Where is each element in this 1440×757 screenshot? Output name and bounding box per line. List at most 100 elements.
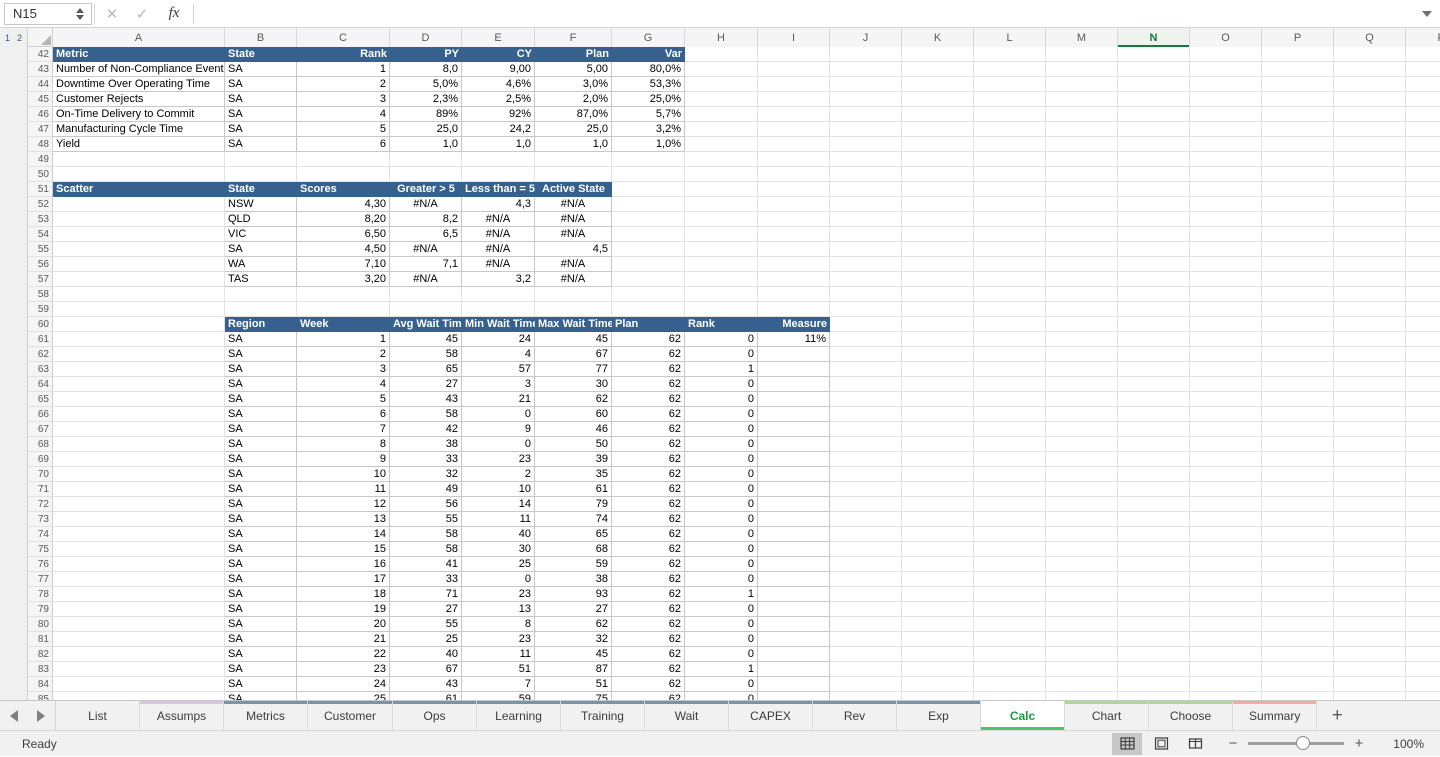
scatter-cell[interactable]: #N/A [535, 257, 612, 272]
wait-cell[interactable]: SA [225, 392, 297, 407]
wait-cell[interactable]: 3 [297, 362, 390, 377]
column-header-o[interactable]: O [1190, 28, 1262, 47]
metrics-header-cell[interactable]: PY [390, 47, 462, 62]
wait-cell[interactable]: 43 [390, 392, 462, 407]
row-header-57[interactable]: 57 [28, 272, 52, 287]
sheet-tab-choose[interactable]: Choose [1149, 701, 1234, 730]
wait-cell[interactable]: SA [225, 497, 297, 512]
sheet-tab-training[interactable]: Training [561, 701, 646, 730]
metrics-cell[interactable]: 6 [297, 137, 390, 152]
sheet-tab-calc[interactable]: Calc [981, 701, 1066, 730]
scatter-cell[interactable]: 4,50 [297, 242, 390, 257]
fx-icon[interactable]: fx [157, 1, 191, 27]
metrics-cell[interactable]: SA [225, 77, 297, 92]
wait-cell[interactable] [758, 617, 830, 632]
wait-cell[interactable]: 39 [535, 452, 612, 467]
wait-cell[interactable]: 27 [390, 377, 462, 392]
metrics-cell[interactable]: SA [225, 62, 297, 77]
row-header-61[interactable]: 61 [28, 332, 52, 347]
wait-cell[interactable] [758, 632, 830, 647]
scatter-cell[interactable]: 7,1 [390, 257, 462, 272]
wait-cell[interactable]: 42 [390, 422, 462, 437]
row-header-44[interactable]: 44 [28, 77, 52, 92]
column-header-p[interactable]: P [1262, 28, 1334, 47]
metrics-cell[interactable]: 24,2 [462, 122, 535, 137]
wait-cell[interactable]: 45 [535, 647, 612, 662]
row-header-72[interactable]: 72 [28, 497, 52, 512]
wait-cell[interactable]: 41 [390, 557, 462, 572]
wait-cell[interactable]: 1 [685, 587, 758, 602]
wait-cell[interactable]: 62 [612, 392, 685, 407]
wait-cell[interactable]: 62 [535, 617, 612, 632]
wait-cell[interactable]: 0 [685, 392, 758, 407]
wait-cell[interactable]: 0 [685, 347, 758, 362]
column-header-d[interactable]: D [390, 28, 462, 47]
wait-cell[interactable]: 0 [685, 332, 758, 347]
cell-area[interactable]: Metric State Rank PY CY Plan Var Number of Non-… [53, 47, 1440, 700]
wait-cell[interactable]: SA [225, 347, 297, 362]
scatter-cell[interactable]: 4,3 [462, 197, 535, 212]
wait-cell[interactable]: 23 [297, 662, 390, 677]
row-header-58[interactable]: 58 [28, 287, 52, 302]
scatter-header-cell[interactable]: Scores [297, 182, 390, 197]
column-header-m[interactable]: M [1046, 28, 1118, 47]
wait-header-cell[interactable]: Measure [758, 317, 830, 332]
wait-header-cell[interactable]: Week [297, 317, 390, 332]
row-header-52[interactable]: 52 [28, 197, 52, 212]
wait-cell[interactable]: 12 [297, 497, 390, 512]
arrow-left-icon[interactable] [9, 709, 18, 722]
wait-cell[interactable]: 10 [462, 482, 535, 497]
wait-cell[interactable]: 59 [462, 692, 535, 700]
sheet-tab-learning[interactable]: Learning [477, 701, 562, 730]
wait-cell[interactable] [758, 482, 830, 497]
wait-cell[interactable]: 71 [390, 587, 462, 602]
wait-cell[interactable] [758, 587, 830, 602]
wait-cell[interactable]: 14 [297, 527, 390, 542]
metrics-cell[interactable]: 2 [297, 77, 390, 92]
metrics-cell[interactable]: 89% [390, 107, 462, 122]
chevron-down-icon[interactable] [1414, 1, 1440, 27]
wait-cell[interactable]: SA [225, 557, 297, 572]
wait-cell[interactable]: 43 [390, 677, 462, 692]
wait-cell[interactable]: 13 [297, 512, 390, 527]
row-header-77[interactable]: 77 [28, 572, 52, 587]
wait-cell[interactable]: 62 [612, 527, 685, 542]
row-header-79[interactable]: 79 [28, 602, 52, 617]
select-all-button[interactable] [28, 28, 53, 47]
wait-cell[interactable]: 0 [685, 437, 758, 452]
wait-cell[interactable]: 30 [462, 542, 535, 557]
metrics-cell[interactable]: SA [225, 92, 297, 107]
column-header-b[interactable]: B [225, 28, 297, 47]
scatter-cell[interactable]: 7,10 [297, 257, 390, 272]
wait-cell[interactable]: 55 [390, 512, 462, 527]
row-header-75[interactable]: 75 [28, 542, 52, 557]
scatter-cell[interactable]: 8,20 [297, 212, 390, 227]
wait-cell[interactable]: SA [225, 377, 297, 392]
wait-cell[interactable]: 32 [390, 467, 462, 482]
row-header-65[interactable]: 65 [28, 392, 52, 407]
cancel-x-icon[interactable]: ✕ [97, 1, 127, 27]
column-header-j[interactable]: J [830, 28, 902, 47]
wait-cell[interactable]: 62 [612, 692, 685, 700]
wait-cell[interactable]: 3 [462, 377, 535, 392]
row-header-59[interactable]: 59 [28, 302, 52, 317]
wait-cell[interactable]: 21 [297, 632, 390, 647]
scatter-title-cell[interactable]: Scatter [53, 182, 225, 197]
wait-cell[interactable]: 55 [390, 617, 462, 632]
row-header-63[interactable]: 63 [28, 362, 52, 377]
wait-cell[interactable]: 0 [685, 542, 758, 557]
wait-cell[interactable]: 0 [685, 407, 758, 422]
wait-cell[interactable]: 22 [297, 647, 390, 662]
metrics-cell[interactable]: 3,2% [612, 122, 685, 137]
column-header-i[interactable]: I [758, 28, 830, 47]
scatter-cell[interactable]: #N/A [535, 227, 612, 242]
sheet-tab-exp[interactable]: Exp [897, 701, 982, 730]
wait-cell[interactable]: 62 [612, 482, 685, 497]
zoom-track[interactable] [1248, 736, 1344, 750]
column-header-c[interactable]: C [297, 28, 390, 47]
wait-cell[interactable]: 58 [390, 407, 462, 422]
scatter-cell[interactable]: #N/A [462, 227, 535, 242]
confirm-check-icon[interactable]: ✓ [127, 1, 157, 27]
wait-cell[interactable]: 67 [390, 662, 462, 677]
metrics-header-cell[interactable]: Var [612, 47, 685, 62]
